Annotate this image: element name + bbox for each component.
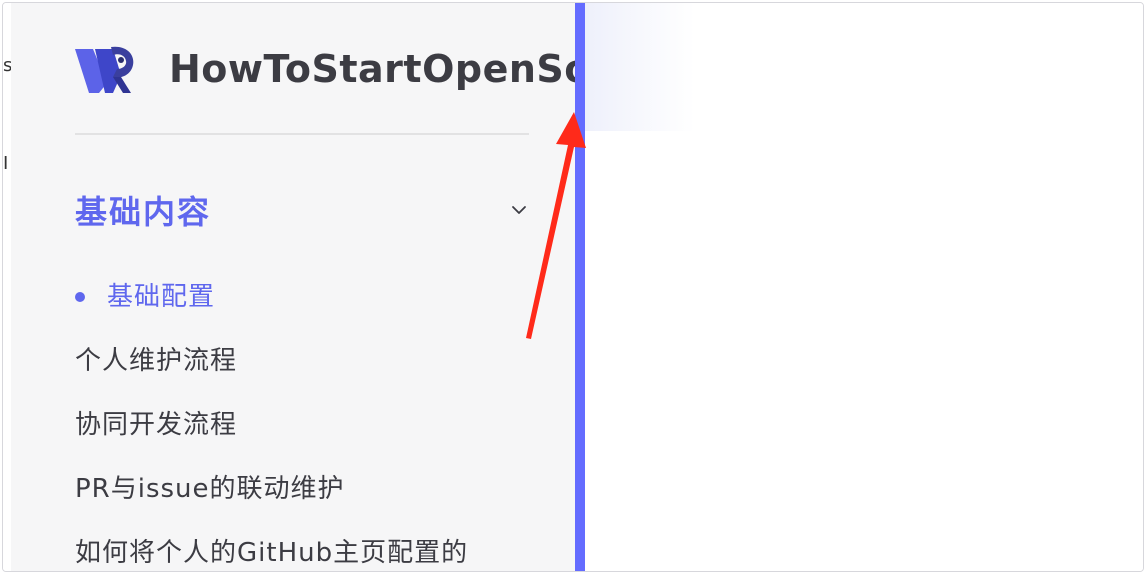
active-indicator-dot [75, 292, 85, 302]
sidebar: HowToStartOpenSou 基础内容 基础配置 个人维护流程 协同开发流… [11, 3, 577, 571]
brand-area: HowToStartOpenSou [11, 3, 577, 135]
screenshot-frame: s I HowToStartOpenSou 基础内容 基础配置 个人维护流程 协… [2, 2, 1144, 572]
sidebar-section-toggle[interactable]: 基础内容 [75, 185, 531, 235]
chevron-down-icon [512, 206, 526, 214]
sidebar-resize-handle[interactable] [575, 3, 585, 571]
vp-logo-icon [75, 46, 134, 93]
sidebar-item-label: 协同开发流程 [75, 410, 238, 440]
sidebar-item-label: 如何将个人的GitHub主页配置的 [75, 538, 469, 568]
brand-link[interactable]: HowToStartOpenSou [73, 41, 577, 97]
header-fade [585, 3, 695, 131]
sidebar-item-basic-config[interactable]: 基础配置 [75, 277, 215, 317]
sidebar-item-github-profile[interactable]: 如何将个人的GitHub主页配置的 [75, 533, 469, 571]
site-title: HowToStartOpenSou [169, 47, 577, 91]
sidebar-item-label: 基础配置 [107, 282, 216, 312]
sidebar-section-title: 基础内容 [75, 193, 212, 231]
sidebar-item-collaborative-dev[interactable]: 协同开发流程 [75, 405, 237, 445]
divider [75, 133, 529, 135]
sidebar-item-personal-maintenance[interactable]: 个人维护流程 [75, 341, 237, 381]
sidebar-item-label: 个人维护流程 [75, 346, 238, 376]
main-content [585, 3, 1143, 571]
sidebar-item-label: PR与issue的联动维护 [75, 474, 345, 504]
background-text: I [3, 153, 9, 174]
sidebar-item-pr-issue[interactable]: PR与issue的联动维护 [75, 469, 345, 509]
